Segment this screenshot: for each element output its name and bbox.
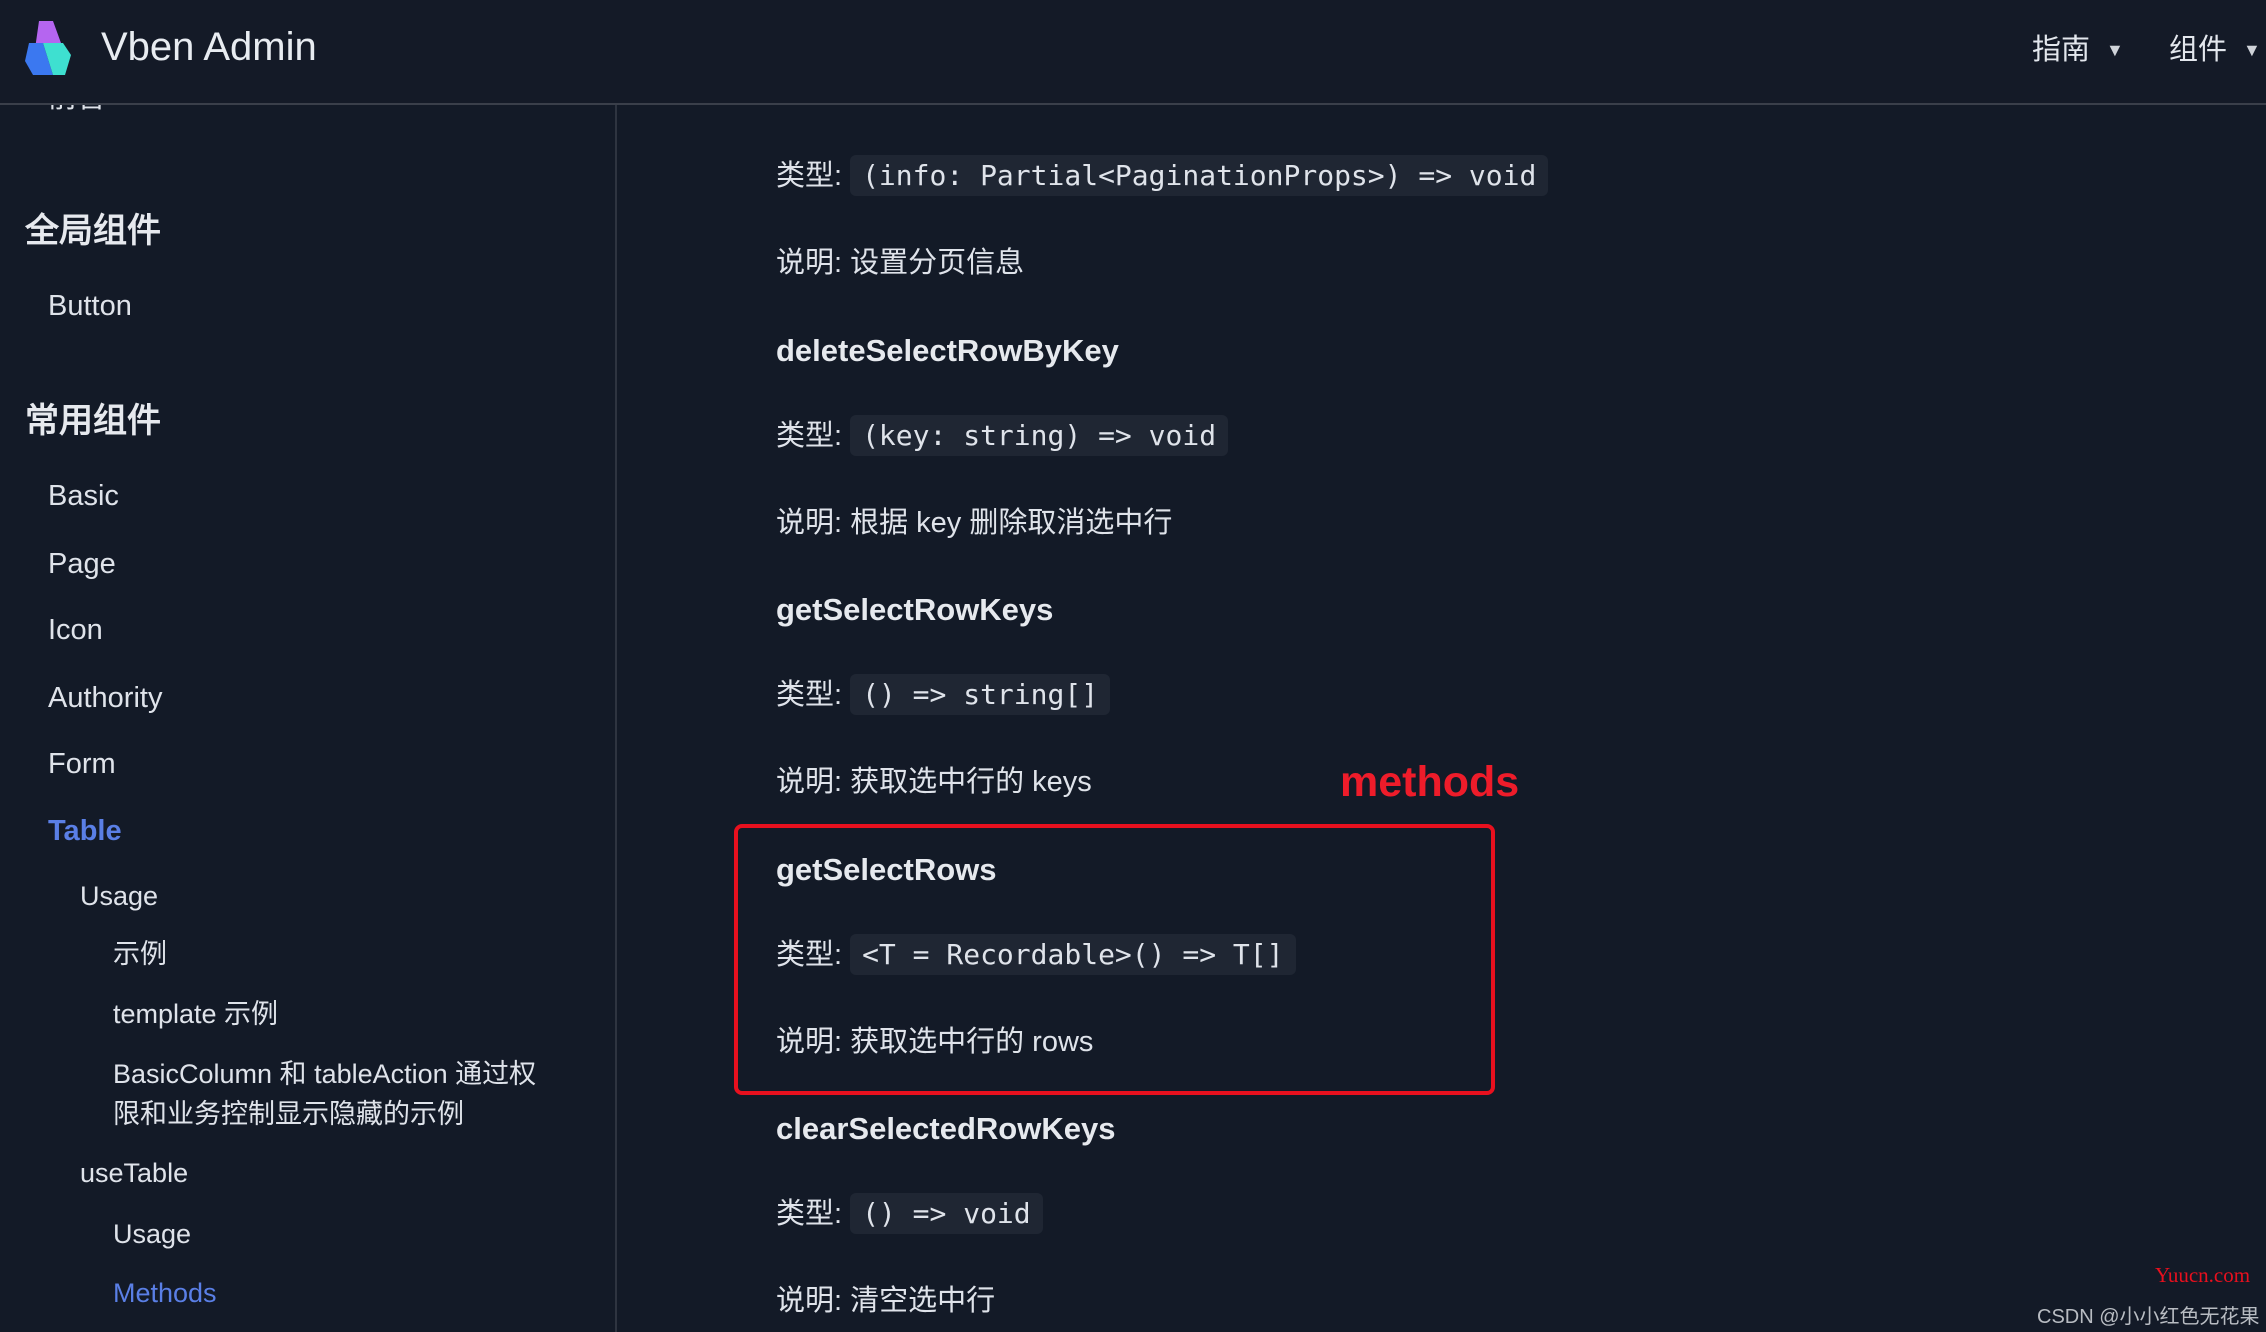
- desc-text: 设置分页信息: [850, 247, 1025, 279]
- sidebar-item-icon[interactable]: Icon: [48, 610, 103, 650]
- top-navbar: Vben Admin 指南 ▼ 组件 ▼: [0, 0, 2266, 105]
- method-name: getSelectRows: [776, 852, 997, 887]
- desc-label: 说明:: [776, 1285, 843, 1317]
- sidebar-item-usage[interactable]: Usage: [80, 876, 158, 916]
- nav-components-dropdown[interactable]: 组件 ▼: [2169, 30, 2261, 70]
- sidebar-item-authority[interactable]: Authority: [48, 678, 162, 718]
- type-code: () => string[]: [850, 674, 1111, 715]
- desc-label: 说明:: [776, 1026, 843, 1058]
- sidebar-item-usetable-usage[interactable]: Usage: [113, 1214, 191, 1254]
- type-label: 类型:: [776, 679, 843, 711]
- sidebar-item-page[interactable]: Page: [48, 544, 116, 584]
- nav-guide-label: 指南: [2032, 34, 2091, 66]
- caret-down-icon: ▼: [2243, 40, 2261, 60]
- method-name: clearSelectedRowKeys: [776, 1111, 1116, 1146]
- method-type: 类型: (key: string) => void: [776, 414, 1229, 458]
- type-label: 类型:: [776, 939, 843, 971]
- desc-label: 说明:: [776, 507, 843, 539]
- desc-text: 获取选中行的 keys: [850, 766, 1092, 798]
- nav-guide-dropdown[interactable]: 指南 ▼: [2032, 30, 2124, 70]
- sidebar-item-basiccolumn-example[interactable]: BasicColumn 和 tableAction 通过权: [113, 1054, 536, 1094]
- sidebar-item-usetable[interactable]: useTable: [80, 1153, 188, 1193]
- method-type: 类型:() => void: [776, 1192, 1043, 1236]
- watermark-author: CSDN @小小红色无花果: [2037, 1306, 2260, 1328]
- method-type: 类型: (info: Partial<PaginationProps>) => v…: [776, 154, 1549, 198]
- nav-components-label: 组件: [2169, 34, 2228, 66]
- type-label: 类型:: [776, 420, 843, 452]
- desc-label: 说明:: [776, 247, 843, 279]
- sidebar-item-button[interactable]: Button: [48, 286, 132, 326]
- method-name: getSelectRowKeys: [776, 592, 1054, 627]
- type-code: (info: Partial<PaginationProps>) => void: [850, 155, 1549, 196]
- type-label: 类型:: [776, 160, 843, 192]
- method-desc: 说明: 设置分页信息: [776, 241, 1024, 285]
- sidebar-item-basic[interactable]: Basic: [48, 476, 119, 516]
- method-desc: 说明: 清空选中行: [776, 1279, 995, 1323]
- sidebar-item-example[interactable]: 示例: [113, 934, 167, 974]
- type-code: (key: string) => void: [850, 415, 1229, 456]
- desc-label: 说明:: [776, 766, 843, 798]
- sidebar-item-form[interactable]: Form: [48, 744, 116, 784]
- type-label: 类型:: [776, 1198, 843, 1230]
- sidebar-item-template-example[interactable]: template 示例: [113, 994, 278, 1034]
- desc-text: 根据 key 删除取消选中行: [850, 507, 1173, 539]
- sidebar-group-common-components: 常用组件: [25, 402, 161, 440]
- desc-text: 清空选中行: [850, 1285, 996, 1317]
- method-type: 类型: <T = Recordable>() => T[]: [776, 933, 1296, 977]
- caret-down-icon: ▼: [2106, 40, 2124, 60]
- method-desc: 说明: 获取选中行的 keys: [776, 760, 1092, 804]
- sidebar-group-global-components: 全局组件: [25, 212, 161, 250]
- method-desc: 说明: 获取选中行的 rows: [776, 1020, 1093, 1064]
- desc-text: 获取选中行的 rows: [850, 1026, 1094, 1058]
- type-code: () => void: [850, 1193, 1043, 1234]
- watermark-site: Yuucn.com: [2155, 1263, 2251, 1287]
- method-name: deleteSelectRowByKey: [776, 333, 1119, 368]
- method-desc: 说明: 根据 key 删除取消选中行: [776, 501, 1172, 545]
- sidebar-item-table[interactable]: Table: [48, 811, 122, 851]
- method-type: 类型:() => string[]: [776, 673, 1111, 717]
- sidebar-item-basiccolumn-example-line2[interactable]: 限和业务控制显示隐藏的示例: [113, 1094, 464, 1134]
- type-code: <T = Recordable>() => T[]: [850, 934, 1296, 975]
- sidebar-item-methods[interactable]: Methods: [113, 1273, 217, 1313]
- annotation-label: methods: [1340, 758, 1520, 806]
- app-title[interactable]: Vben Admin: [101, 22, 317, 72]
- vben-logo-icon[interactable]: [25, 21, 85, 75]
